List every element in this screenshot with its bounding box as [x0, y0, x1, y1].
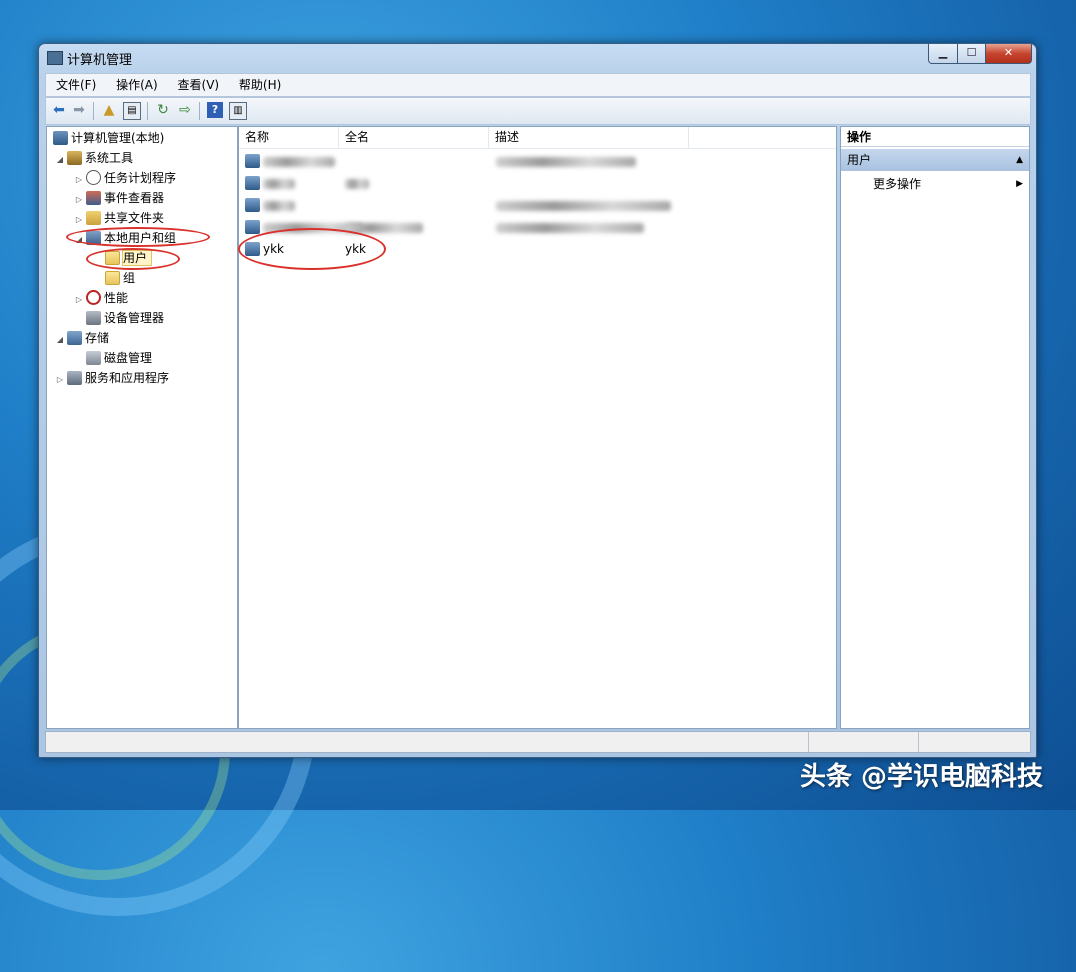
user-description: [496, 216, 644, 238]
tree-label: 性能: [104, 291, 129, 305]
watermark: 头条 @学识电脑科技: [800, 762, 1044, 792]
tools-icon: [67, 151, 82, 165]
tree-item-event-viewer[interactable]: ▷ 事件查看器: [74, 188, 164, 208]
tree-item-services-apps[interactable]: ▷ 服务和应用程序: [55, 368, 169, 388]
more-actions-item[interactable]: 更多操作 ▶: [841, 173, 1029, 195]
tree-label: 组: [123, 271, 136, 285]
tree-item-system-tools[interactable]: ◢ 系统工具: [55, 148, 133, 168]
toolbar-separator: [199, 102, 200, 120]
tree-label: 事件查看器: [104, 191, 165, 205]
annotation-ellipse-ykk: [238, 228, 386, 270]
user-icon: [245, 154, 260, 168]
status-bar: [45, 731, 1031, 753]
menu-help[interactable]: 帮助(H): [231, 74, 289, 96]
event-viewer-icon: [86, 191, 101, 205]
collapse-up-icon[interactable]: ▲: [1016, 149, 1023, 171]
list-item[interactable]: [239, 172, 836, 194]
actions-group-label: 用户: [847, 153, 872, 167]
collapsed-triangle-icon[interactable]: ▷: [74, 190, 84, 210]
export-icon[interactable]: ⇨: [177, 102, 193, 118]
minimize-button[interactable]: ▁: [928, 44, 958, 64]
tree-item-storage[interactable]: ◢ 存储: [55, 328, 109, 348]
user-description: [496, 194, 671, 216]
tree-label: 任务计划程序: [104, 171, 177, 185]
help-icon[interactable]: ?: [207, 102, 223, 118]
column-header-name[interactable]: 名称: [239, 127, 339, 148]
list-header: 名称 全名 描述: [239, 127, 836, 149]
collapsed-triangle-icon[interactable]: ▷: [74, 290, 84, 310]
tree-label: 计算机管理(本地): [71, 131, 165, 145]
show-tree-icon[interactable]: ▤: [123, 102, 141, 120]
tree-item-shared-folders[interactable]: ▷ 共享文件夹: [74, 208, 164, 228]
services-icon: [67, 371, 82, 385]
title-bar[interactable]: 计算机管理 ▁ ☐ ✕: [39, 44, 1036, 70]
toolbar: ⬅ ➡ ▲ ▤ ↻ ⇨ ? ▥: [45, 97, 1031, 125]
tree-item-performance[interactable]: ▷ 性能: [74, 288, 128, 308]
refresh-icon[interactable]: ↻: [155, 102, 171, 118]
window-title: 计算机管理: [67, 53, 133, 68]
actions-header: 操作: [841, 127, 1029, 147]
properties-icon[interactable]: ▥: [229, 102, 247, 120]
collapsed-triangle-icon[interactable]: ▷: [74, 170, 84, 190]
user-name: [263, 150, 335, 172]
collapsed-triangle-icon[interactable]: ▷: [55, 370, 65, 390]
submenu-arrow-icon: ▶: [1016, 179, 1023, 189]
folder-icon: [105, 271, 120, 285]
maximize-button[interactable]: ☐: [957, 44, 986, 64]
user-description: [496, 150, 636, 172]
status-divider: [918, 732, 919, 752]
tree-label: 共享文件夹: [104, 211, 165, 225]
menu-file[interactable]: 文件(F): [46, 74, 104, 96]
clock-icon: [86, 170, 101, 185]
storage-icon: [67, 331, 82, 345]
navigation-tree: 计算机管理(本地) ◢ 系统工具 ▷ 任务计划程序 ▷ 事件查看器 ▷ 共享文件夹 ◢ 本…: [46, 126, 238, 729]
up-folder-icon[interactable]: ▲: [101, 102, 117, 118]
column-header-description[interactable]: 描述: [489, 127, 689, 148]
user-name: [263, 194, 295, 216]
user-icon: [245, 220, 260, 234]
computer-management-window: 计算机管理 ▁ ☐ ✕ 文件(F) 操作(A) 查看(V) 帮助(H) ⬅ ➡ …: [38, 43, 1037, 758]
tree-item-task-scheduler[interactable]: ▷ 任务计划程序: [74, 168, 176, 188]
tree-label: 服务和应用程序: [85, 371, 170, 385]
shared-folder-icon: [86, 211, 101, 225]
close-button[interactable]: ✕: [985, 44, 1032, 64]
toolbar-separator: [93, 102, 94, 120]
tree-item-device-manager[interactable]: 设备管理器: [84, 308, 164, 328]
actions-pane: 操作 用户 ▲ 更多操作 ▶: [840, 126, 1030, 729]
tree-label: 系统工具: [85, 151, 134, 165]
menu-action[interactable]: 操作(A): [108, 74, 166, 96]
more-actions-label: 更多操作: [873, 177, 922, 191]
back-arrow-icon[interactable]: ⬅: [51, 102, 67, 118]
tree-item-root[interactable]: 计算机管理(本地): [51, 128, 164, 148]
actions-group-users[interactable]: 用户 ▲: [841, 149, 1029, 171]
tree-label: 设备管理器: [104, 311, 165, 325]
user-name: [263, 172, 295, 194]
collapsed-triangle-icon[interactable]: ▷: [74, 210, 84, 230]
list-item[interactable]: [239, 194, 836, 216]
menu-bar: 文件(F) 操作(A) 查看(V) 帮助(H): [45, 73, 1031, 97]
column-header-fullname[interactable]: 全名: [339, 127, 489, 148]
user-fullname: [345, 172, 369, 194]
expanded-triangle-icon[interactable]: ◢: [55, 330, 65, 350]
disk-icon: [86, 351, 101, 365]
tree-item-groups[interactable]: 组: [103, 268, 135, 288]
list-item[interactable]: [239, 150, 836, 172]
menu-view[interactable]: 查看(V): [170, 74, 228, 96]
tree-item-disk-management[interactable]: 磁盘管理: [84, 348, 152, 368]
toolbar-separator: [147, 102, 148, 120]
tree-label: 磁盘管理: [104, 351, 153, 365]
tree-label: 存储: [85, 331, 110, 345]
expanded-triangle-icon[interactable]: ◢: [55, 150, 65, 170]
annotation-ellipse-local-users: [66, 227, 210, 247]
status-divider: [808, 732, 809, 752]
device-manager-icon: [86, 311, 101, 325]
user-icon: [245, 176, 260, 190]
forward-arrow-icon[interactable]: ➡: [71, 102, 87, 118]
computer-icon: [53, 131, 68, 145]
user-disabled-icon: [245, 198, 260, 212]
performance-icon: [86, 290, 101, 305]
computer-management-icon: [47, 51, 63, 65]
annotation-ellipse-users: [86, 248, 180, 270]
users-list: 名称 全名 描述 ykk ykk: [238, 126, 837, 729]
